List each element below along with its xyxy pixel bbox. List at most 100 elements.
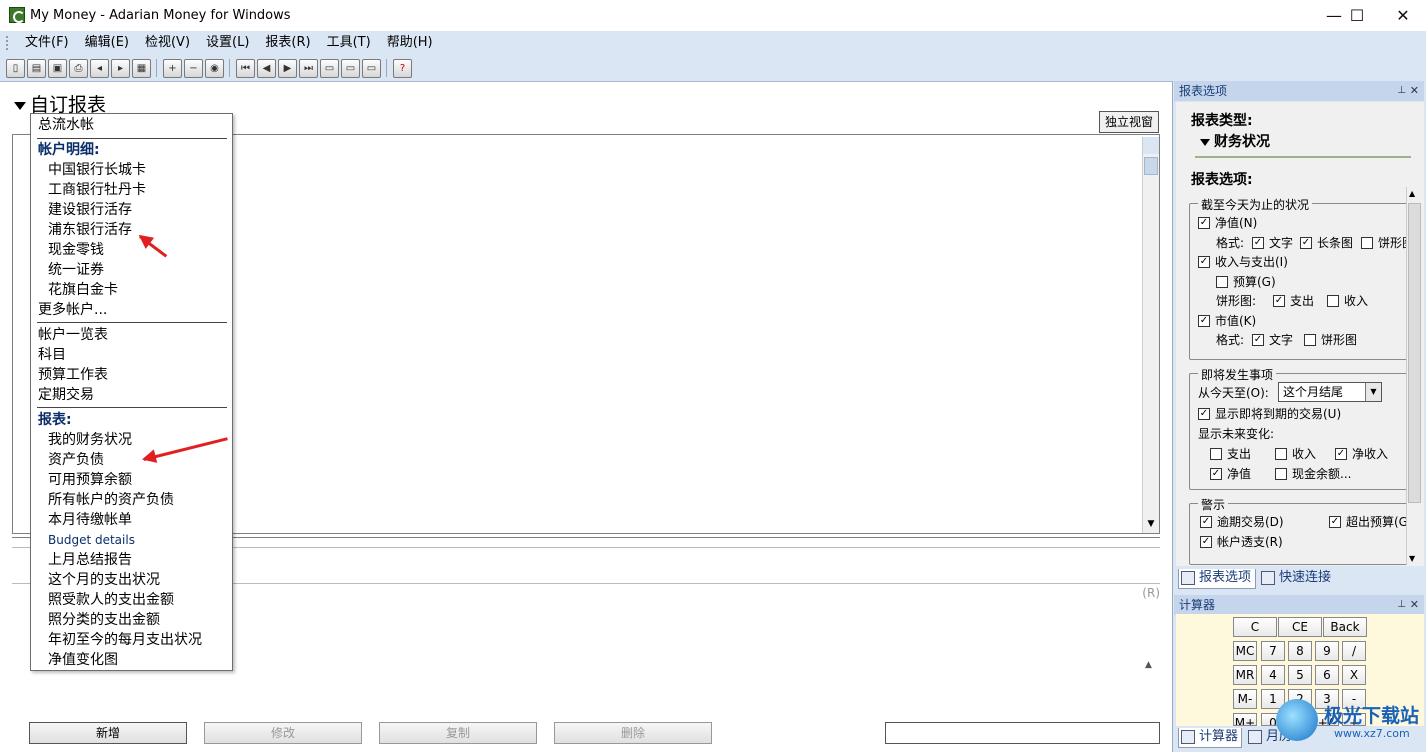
scroll-up-icon[interactable] — [1143, 137, 1159, 154]
pie-income-checkbox[interactable] — [1327, 295, 1339, 307]
menu-help[interactable]: 帮助(H) — [379, 33, 441, 53]
menu-item[interactable]: 照分类的支出金额 — [48, 610, 160, 630]
calc-key[interactable]: C — [1233, 617, 1277, 637]
menu-item[interactable]: 定期交易 — [38, 385, 94, 405]
menu-reports[interactable]: 报表(R) — [257, 33, 318, 53]
pie-checkbox-2[interactable] — [1304, 334, 1316, 346]
tab-quick-links[interactable]: 快速连接 — [1259, 569, 1339, 589]
scroll-down-icon[interactable]: ▼ — [1143, 516, 1159, 533]
help-icon[interactable]: ? — [393, 58, 412, 78]
report-scrollbar[interactable]: ▼ — [1142, 137, 1159, 533]
calc-key[interactable]: 9 — [1315, 641, 1339, 661]
calc-key[interactable]: Back — [1323, 617, 1367, 637]
period-select[interactable]: 这个月结尾 ▼ — [1278, 382, 1382, 402]
market-checkbox[interactable]: ✓ — [1198, 315, 1210, 327]
menu-item[interactable]: 上月总结报告 — [48, 550, 132, 570]
pin-icon[interactable]: ⊥ — [1397, 595, 1406, 615]
text-checkbox-2[interactable]: ✓ — [1252, 334, 1264, 346]
options-scrollbar[interactable]: ▲ ▼ — [1406, 187, 1421, 565]
add-button[interactable]: 新增 — [29, 722, 187, 744]
menu-view[interactable]: 检视(V) — [137, 33, 198, 53]
menu-item[interactable]: 我的财务状况 — [48, 430, 132, 450]
calc-key[interactable]: 8 — [1288, 641, 1312, 661]
menu-item[interactable]: 本月待缴帐单 — [48, 510, 132, 530]
standalone-window-button[interactable]: 独立视窗 — [1099, 111, 1159, 133]
menu-item[interactable]: 更多帐户... — [38, 300, 107, 320]
menu-item[interactable]: 建设银行活存 — [48, 200, 132, 220]
menu-item[interactable]: 预算工作表 — [38, 365, 108, 385]
calc-key[interactable]: CE — [1278, 617, 1322, 637]
window3-icon[interactable]: ▭ — [362, 58, 381, 78]
menu-item[interactable]: 科目 — [38, 345, 66, 365]
tab-calculator[interactable]: 计算器 — [1178, 728, 1242, 748]
scroll-up-icon[interactable]: ▲ — [1409, 189, 1415, 198]
menu-edit[interactable]: 编辑(E) — [77, 33, 137, 53]
calc-key[interactable]: X — [1342, 665, 1366, 685]
maximize-button[interactable]: ☐ — [1334, 0, 1380, 31]
new-icon[interactable]: ▯ — [6, 58, 25, 78]
show-due-checkbox[interactable]: ✓ — [1198, 408, 1210, 420]
print-icon[interactable]: ⎙ — [69, 58, 88, 78]
calc-key[interactable]: MC — [1233, 641, 1257, 661]
calc-key[interactable]: M- — [1233, 689, 1257, 709]
pin-icon[interactable]: ⊥ — [1397, 81, 1406, 101]
over-budget-checkbox[interactable]: ✓ — [1329, 516, 1341, 528]
menu-item[interactable]: 净值变化图 — [48, 650, 118, 670]
menu-item[interactable]: 资产负债 — [48, 450, 104, 470]
first-icon[interactable]: ⏮ — [236, 58, 255, 78]
calc-key[interactable]: MR — [1233, 665, 1257, 685]
scroll-down-icon[interactable]: ▼ — [1409, 554, 1415, 563]
calc-key[interactable]: M+ — [1233, 713, 1257, 726]
overdraft-checkbox[interactable]: ✓ — [1200, 536, 1212, 548]
menu-settings[interactable]: 设置(L) — [198, 33, 257, 53]
income-expense-checkbox[interactable]: ✓ — [1198, 256, 1210, 268]
future-income-checkbox[interactable] — [1275, 448, 1287, 460]
report-type-value[interactable]: 财务状况 — [1200, 131, 1270, 151]
budget-checkbox[interactable] — [1216, 276, 1228, 288]
copy-button[interactable]: 复制 — [379, 722, 537, 744]
calc-key[interactable]: / — [1342, 641, 1366, 661]
tab-report-options[interactable]: 报表选项 — [1178, 569, 1256, 589]
last-icon[interactable]: ⏭ — [299, 58, 318, 78]
net-value-checkbox[interactable]: ✓ — [1198, 217, 1210, 229]
menu-item[interactable]: 浦东银行活存 — [48, 220, 132, 240]
menu-item[interactable]: 总流水帐 — [38, 115, 94, 135]
pie-checkbox[interactable] — [1361, 237, 1373, 249]
future-expense-checkbox[interactable] — [1210, 448, 1222, 460]
menu-item[interactable]: 统一证券 — [48, 260, 104, 280]
back-icon[interactable]: ◂ — [90, 58, 109, 78]
calc-key[interactable]: 5 — [1288, 665, 1312, 685]
menu-item[interactable]: 中国银行长城卡 — [48, 160, 146, 180]
future-net-value-checkbox[interactable]: ✓ — [1210, 468, 1222, 480]
edit-button[interactable]: 修改 — [204, 722, 362, 744]
menu-item[interactable]: Budget details — [48, 530, 135, 550]
close-panel-icon[interactable]: ✕ — [1410, 595, 1419, 615]
forward-icon[interactable]: ▸ — [111, 58, 130, 78]
report-icon[interactable]: ▦ — [132, 58, 151, 78]
prev-icon[interactable]: ◀ — [257, 58, 276, 78]
bar-checkbox[interactable]: ✓ — [1300, 237, 1312, 249]
overdue-checkbox[interactable]: ✓ — [1200, 516, 1212, 528]
menu-item[interactable]: 帐户一览表 — [38, 325, 108, 345]
menu-item[interactable]: 这个月的支出状况 — [48, 570, 160, 590]
menu-file[interactable]: 文件(F) — [17, 33, 77, 53]
calc-key[interactable]: 7 — [1261, 641, 1285, 661]
next-icon[interactable]: ▶ — [278, 58, 297, 78]
calc-key[interactable]: 4 — [1261, 665, 1285, 685]
delete-button[interactable]: 删除 — [554, 722, 712, 744]
scroll-thumb[interactable] — [1408, 203, 1421, 503]
menu-item[interactable]: 现金零钱 — [48, 240, 104, 260]
menu-item[interactable]: 工商银行牡丹卡 — [48, 180, 146, 200]
close-panel-icon[interactable]: ✕ — [1410, 81, 1419, 101]
menu-tools[interactable]: 工具(T) — [319, 33, 379, 53]
close-button[interactable]: ✕ — [1380, 0, 1426, 31]
lower-scrollbar[interactable]: ▲ — [1145, 660, 1159, 722]
menu-item[interactable]: 可用预算余额 — [48, 470, 132, 490]
menu-item[interactable]: 照受款人的支出金额 — [48, 590, 174, 610]
save-icon[interactable]: ▣ — [48, 58, 67, 78]
chevron-down-icon[interactable]: ▼ — [1365, 383, 1381, 401]
scroll-thumb[interactable] — [1144, 157, 1158, 175]
menu-item[interactable]: 所有帐户的资产负债 — [48, 490, 174, 510]
menu-item[interactable]: 年初至今的每月支出状况 — [48, 630, 202, 650]
open-icon[interactable]: ▤ — [27, 58, 46, 78]
